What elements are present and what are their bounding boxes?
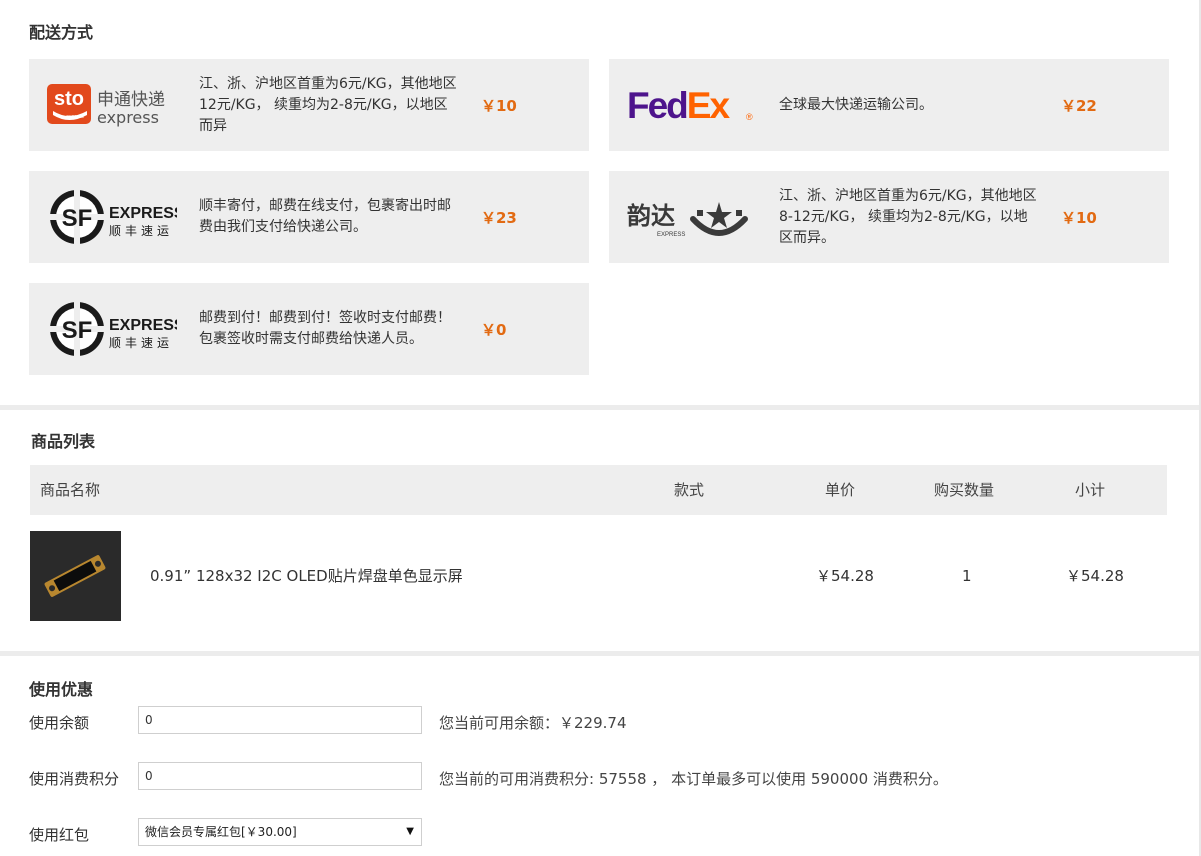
yunda-cn-text: 韵达 [627, 202, 675, 230]
shipping-option-description: 顺丰寄付，邮费在线支付，包裹寄出时邮费由我们支付给快递公司。 [199, 198, 451, 235]
svg-text:SF: SF [62, 205, 93, 232]
table-row: 0.91” 128x32 I2C OLED贴片焊盘单色显示屏 ￥54.28 1 … [30, 531, 1167, 621]
shipping-option-price: ￥22 [1061, 96, 1097, 115]
dropdown-arrow-icon: ▼ [406, 826, 414, 837]
goods-title: 商品列表 [31, 432, 96, 451]
shipping-option-price: ￥10 [481, 96, 517, 115]
sf-express-logo: SF EXPRESS 顺丰速运 [47, 299, 185, 359]
section-divider [0, 651, 1199, 656]
points-note: 您当前的可用消费积分: 57558 ， 本订单最多可以使用 590000 消费积… [439, 770, 948, 788]
shipping-title: 配送方式 [29, 23, 94, 42]
yunda-en-text: EXPRESS [657, 232, 685, 238]
sf-express-logo: SF EXPRESS 顺丰速运 [47, 187, 185, 247]
discount-title: 使用优惠 [29, 680, 94, 699]
fedex-reg-mark: ® [746, 112, 753, 122]
shipping-option-description: 全球最大快递运输公司。 [779, 96, 933, 113]
col-subtotal-header: 小计 [1075, 481, 1106, 499]
shipping-option-description: 邮费到付！邮费到付！签收时支付邮费！包裹签收时需支付邮费给快递人员。 [199, 310, 451, 347]
shipping-option-fedex[interactable]: FedEx ® 全球最大快递运输公司。 ￥22 [609, 59, 1169, 151]
points-input[interactable] [138, 762, 422, 790]
product-name[interactable]: 0.91” 128x32 I2C OLED贴片焊盘单色显示屏 [150, 531, 463, 621]
section-divider [0, 405, 1199, 410]
shipping-option-sto[interactable]: sto express 申通快递 express 江、浙、沪地区首重为6元/KG… [29, 59, 589, 151]
shipping-option-sf-cod[interactable]: SF EXPRESS 顺丰速运 邮费到付！邮费到付！签收时支付邮费！包裹签收时需… [29, 283, 589, 375]
sto-badge-sub: express [66, 114, 84, 120]
shipping-option-description: 江、浙、沪地区首重为6元/KG，其他地区12元/KG， 续重均为2-8元/KG，… [199, 75, 457, 134]
col-style-header: 款式 [674, 481, 705, 499]
balance-label: 使用余额 [29, 714, 90, 732]
sto-badge-text: sto [54, 88, 84, 110]
shipping-option-description: 江、浙、沪地区首重为6元/KG，其他地区8-12元/KG， 续重均为2-8元/K… [779, 187, 1037, 246]
goods-table-header: 商品名称 款式 单价 购买数量 小计 [30, 465, 1167, 515]
shipping-option-price: ￥23 [481, 208, 517, 227]
sf-cn-text: 顺丰速运 [109, 224, 173, 238]
svg-text:SF: SF [62, 317, 93, 344]
product-thumbnail[interactable] [30, 531, 121, 621]
col-unit-price-header: 单价 [825, 481, 856, 499]
coupon-selected-value: 微信会员专属红包[￥30.00] [145, 825, 297, 839]
shipping-option-price: ￥0 [481, 320, 507, 339]
product-quantity: 1 [962, 567, 972, 585]
svg-text:FedEx: FedEx [627, 85, 730, 126]
sf-en-text: EXPRESS [109, 205, 177, 222]
product-subtotal: ￥54.28 [1066, 567, 1124, 585]
sto-cn-text: 申通快递 [97, 90, 165, 110]
fedex-ex-text: Ex [687, 85, 731, 126]
yunda-express-logo: 韵达 EXPRESS [627, 187, 757, 247]
sto-en-text: express [97, 108, 159, 127]
balance-note: 您当前可用余额：￥229.74 [439, 714, 627, 732]
sf-cn-text: 顺丰速运 [109, 336, 173, 350]
points-label: 使用消费积分 [29, 770, 120, 788]
col-quantity-header: 购买数量 [934, 481, 995, 499]
shipping-option-yunda[interactable]: 韵达 EXPRESS 江、浙、沪地区首重为6元/KG，其他地区8-12元/KG，… [609, 171, 1169, 263]
shipping-option-sf[interactable]: SF EXPRESS 顺丰速运 顺丰寄付，邮费在线支付，包裹寄出时邮费由我们支付… [29, 171, 589, 263]
shipping-section: 配送方式 sto express 申通快递 express 江、浙、沪地区首重为… [0, 0, 1199, 406]
col-name-header: 商品名称 [40, 481, 101, 499]
balance-input[interactable] [138, 706, 422, 734]
sto-express-logo: sto express 申通快递 express [47, 75, 177, 135]
shipping-option-price: ￥10 [1061, 208, 1097, 227]
fedex-fed-text: Fed [627, 85, 687, 126]
coupon-select[interactable]: 微信会员专属红包[￥30.00] ▼ [138, 818, 422, 846]
coupon-label: 使用红包 [29, 826, 90, 844]
product-unit-price: ￥54.28 [816, 567, 874, 585]
fedex-logo: FedEx ® [627, 75, 757, 135]
sf-en-text: EXPRESS [109, 317, 177, 334]
